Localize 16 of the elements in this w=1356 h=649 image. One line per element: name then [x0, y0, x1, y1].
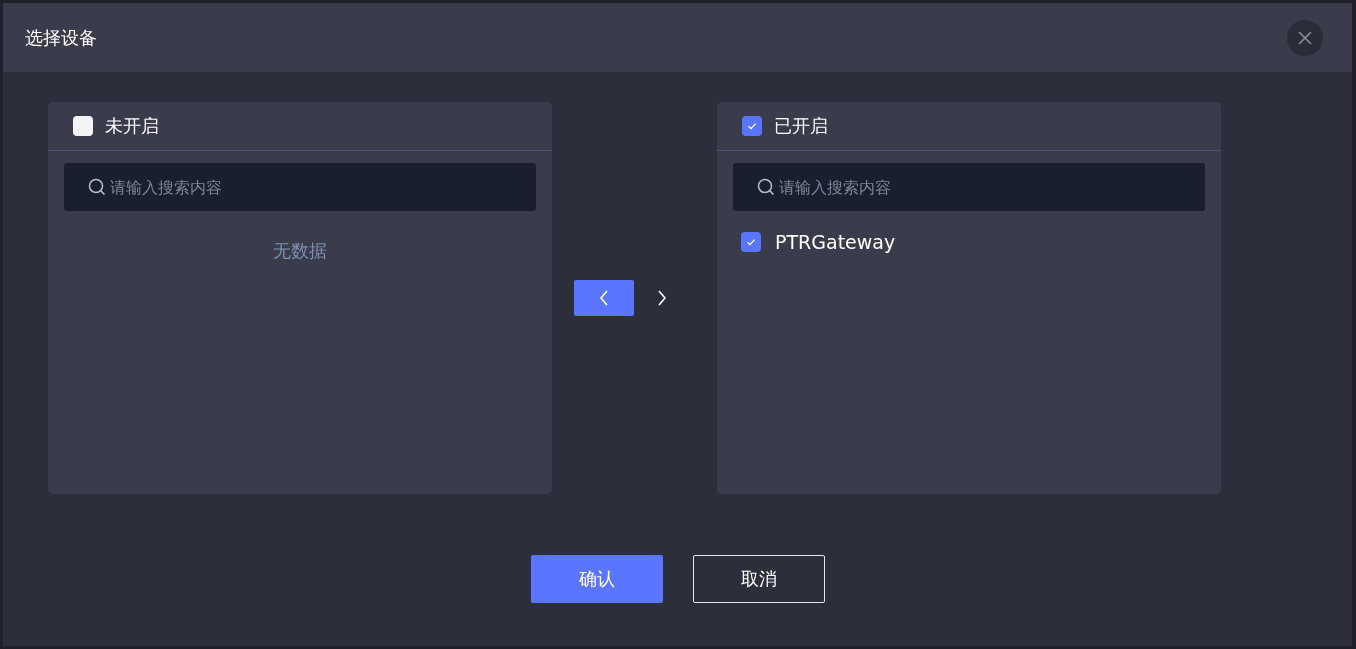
panel-title: 未开启 [105, 114, 159, 138]
chevron-right-icon [657, 290, 667, 306]
confirm-button[interactable]: 确认 [530, 555, 663, 603]
close-icon [1297, 29, 1313, 46]
cancel-button[interactable]: 取消 [692, 555, 825, 603]
checkbox[interactable] [742, 116, 762, 136]
dialog-title: 选择设备 [25, 25, 97, 50]
list-item-label[interactable]: PTRGateway [775, 231, 896, 253]
search-field[interactable]: 请输入搜索内容 [64, 163, 536, 211]
close-button[interactable] [1287, 19, 1323, 56]
chevron-left-icon [599, 290, 609, 306]
search-field[interactable]: 请输入搜索内容 [733, 163, 1205, 211]
checkbox[interactable] [73, 116, 93, 136]
panel-title: 已开启 [774, 114, 828, 138]
checkbox[interactable] [741, 232, 761, 252]
empty-message: 无数据 [272, 239, 328, 263]
